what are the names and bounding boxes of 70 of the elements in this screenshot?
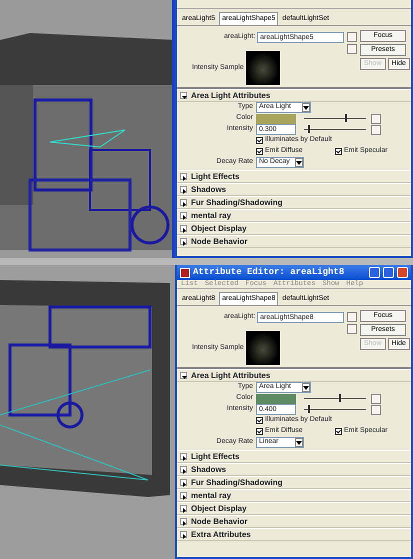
maximize-button[interactable] xyxy=(383,267,394,278)
expand-arrow-icon[interactable] xyxy=(180,492,187,499)
section-title: Area Light Attributes xyxy=(191,371,270,380)
slider-thumb[interactable] xyxy=(338,394,341,402)
section-header[interactable]: Object Display xyxy=(177,502,411,515)
slider-thumb[interactable] xyxy=(308,125,310,133)
section-title: Object Display xyxy=(191,224,247,233)
section-header[interactable]: Shadows xyxy=(177,183,411,196)
dropdown-arrow-icon[interactable] xyxy=(295,158,303,167)
section-header[interactable]: Area Light Attributes xyxy=(177,89,411,102)
input-connection-icon[interactable] xyxy=(347,312,357,322)
section-title: Light Effects xyxy=(191,452,240,461)
dropdown-arrow-icon[interactable] xyxy=(295,438,303,447)
checkbox[interactable] xyxy=(256,148,263,155)
section-header[interactable]: Node Behavior xyxy=(177,515,411,528)
input-connection-icon[interactable] xyxy=(347,32,357,42)
section-title: mental ray xyxy=(191,491,232,500)
expand-arrow-icon[interactable] xyxy=(180,505,187,512)
section-title: Light Effects xyxy=(191,172,240,181)
output-connection-icon[interactable] xyxy=(347,324,357,334)
section-title: Extra Attributes xyxy=(191,530,251,539)
checkbox[interactable] xyxy=(256,428,263,435)
section-title: Shadows xyxy=(191,185,226,194)
section-title: Fur Shading/Shadowing xyxy=(191,198,283,207)
close-button[interactable] xyxy=(397,267,408,278)
expand-arrow-icon[interactable] xyxy=(180,225,187,232)
section-header[interactable]: Area Light Attributes xyxy=(177,369,411,382)
expand-arrow-icon[interactable] xyxy=(180,199,187,206)
section-header[interactable]: Node Behavior xyxy=(177,235,411,248)
section-header[interactable]: Shadows xyxy=(177,463,411,476)
section-header[interactable]: Object Display xyxy=(177,222,411,235)
dropdown-arrow-icon[interactable] xyxy=(302,103,310,112)
checkbox[interactable] xyxy=(335,148,342,155)
color-swatch[interactable] xyxy=(256,114,296,124)
section-title: Area Light Attributes xyxy=(191,91,270,100)
section-header[interactable]: Fur Shading/Shadowing xyxy=(177,476,411,489)
expand-arrow-icon[interactable] xyxy=(180,212,187,219)
checkbox[interactable] xyxy=(335,428,342,435)
section-header[interactable]: mental ray xyxy=(177,209,411,222)
window-app-icon xyxy=(180,268,190,278)
expand-arrow-icon[interactable] xyxy=(180,479,187,486)
section-header[interactable]: Light Effects xyxy=(177,450,411,463)
checkbox[interactable] xyxy=(256,417,263,424)
window-title: Attribute Editor: areaLight8 xyxy=(193,266,346,279)
expand-arrow-icon[interactable] xyxy=(180,466,187,473)
output-connection-icon[interactable] xyxy=(347,44,357,54)
section-header[interactable]: Extra Attributes xyxy=(177,528,411,541)
minimize-button[interactable] xyxy=(369,267,380,278)
expand-arrow-icon[interactable] xyxy=(180,173,187,180)
section-title: Object Display xyxy=(191,504,247,513)
section-title: Node Behavior xyxy=(191,517,248,526)
intensity-sample-swatch xyxy=(246,51,280,85)
color-swatch[interactable] xyxy=(256,394,296,404)
section-title: mental ray xyxy=(191,211,232,220)
expand-arrow-icon[interactable] xyxy=(180,186,187,193)
section-title: Shadows xyxy=(191,465,226,474)
expand-arrow-icon[interactable] xyxy=(180,238,187,245)
slider-thumb[interactable] xyxy=(308,405,310,413)
section-header[interactable]: mental ray xyxy=(177,489,411,502)
section-title: Node Behavior xyxy=(191,237,248,246)
section-header[interactable]: Fur Shading/Shadowing xyxy=(177,196,411,209)
expand-arrow-icon[interactable] xyxy=(180,531,187,538)
expand-arrow-icon[interactable] xyxy=(180,518,187,525)
checkbox[interactable] xyxy=(256,137,263,144)
slider-thumb[interactable] xyxy=(344,114,347,122)
intensity-sample-swatch xyxy=(246,331,280,365)
section-header[interactable]: Light Effects xyxy=(177,170,411,183)
expand-arrow-icon[interactable] xyxy=(180,453,187,460)
dropdown-arrow-icon[interactable] xyxy=(302,383,310,392)
section-title: Fur Shading/Shadowing xyxy=(191,478,283,487)
